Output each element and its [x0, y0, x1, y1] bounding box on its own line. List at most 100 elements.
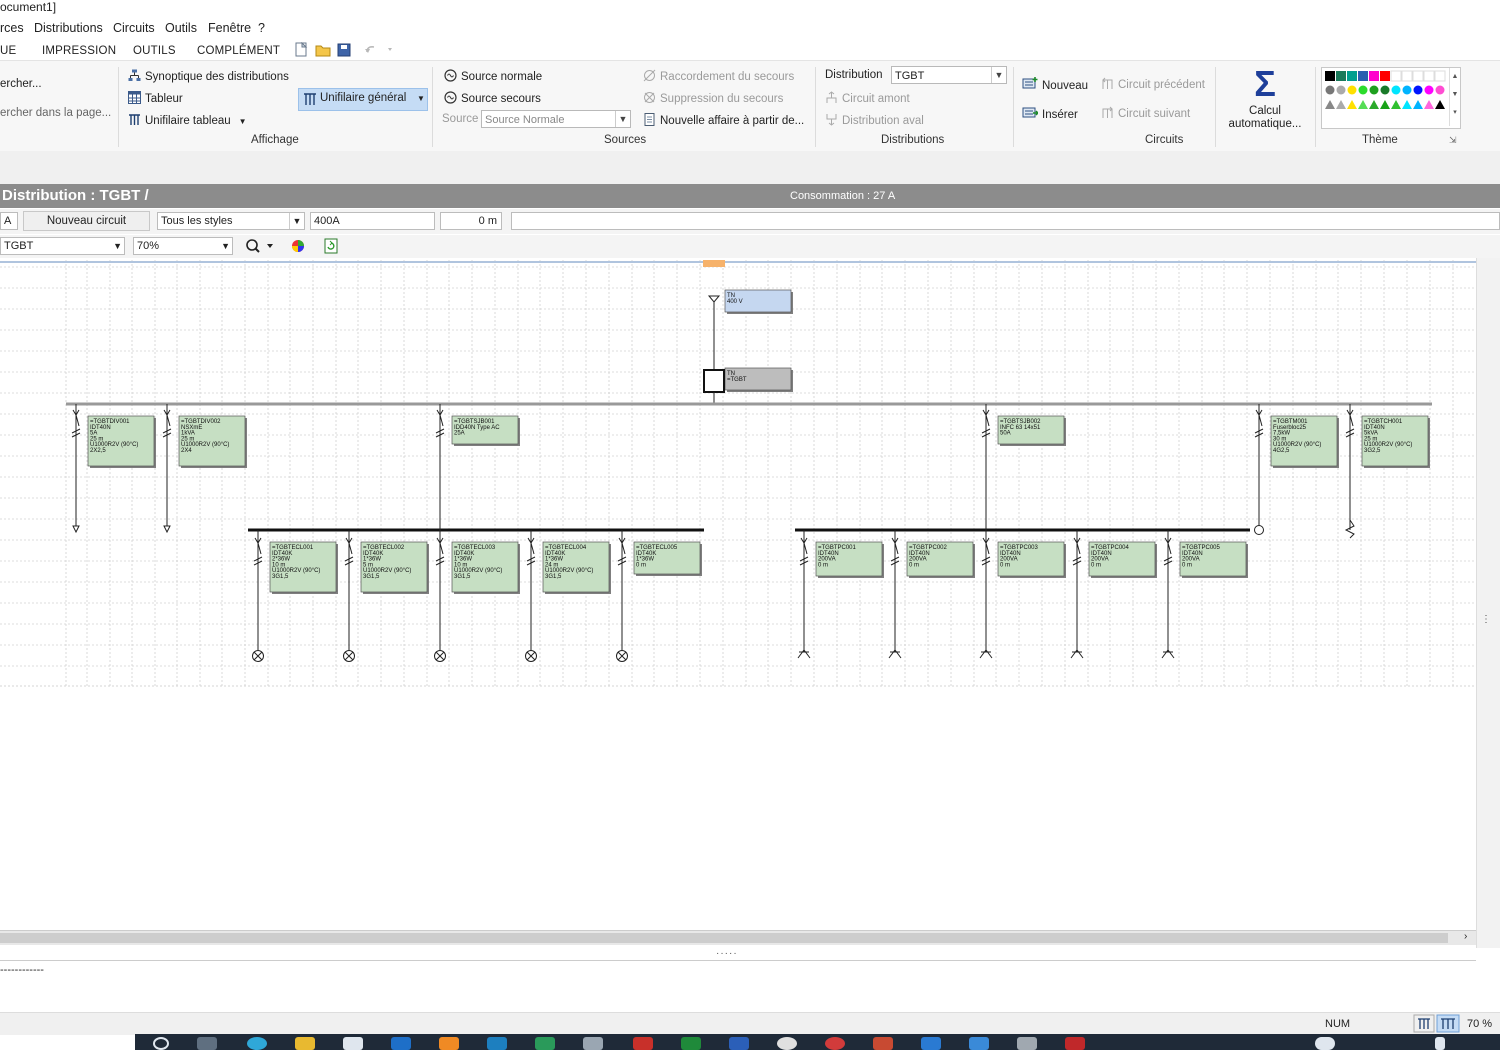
box-text-line: 0 m — [909, 562, 919, 568]
app-icon[interactable] — [825, 1037, 845, 1050]
task-view-icon[interactable] — [197, 1037, 217, 1050]
circuit-suivant-button[interactable]: Circuit suivant — [1101, 106, 1190, 120]
length-field[interactable]: 0 m — [440, 212, 502, 230]
suppression-secours-button[interactable]: Suppression du secours — [643, 91, 783, 105]
description-field[interactable] — [511, 212, 1500, 230]
menu-item-circuits[interactable]: Circuits — [113, 21, 155, 35]
circuit-box: =TGBTSJB001IDD40N Type AC25A — [451, 415, 520, 446]
panel-splitter-grip[interactable]: ····· — [716, 948, 738, 959]
ribbon-spacer — [0, 151, 1500, 184]
distribution-aval-button[interactable]: Distribution aval — [825, 113, 924, 127]
prefix-field[interactable]: A — [0, 212, 18, 230]
menu-item-distributions[interactable]: Distributions — [34, 21, 103, 35]
scrollbar-thumb[interactable] — [0, 933, 1448, 943]
search-icon[interactable] — [153, 1037, 169, 1050]
pdf-icon[interactable] — [633, 1037, 653, 1050]
zoom-icon[interactable] — [246, 239, 273, 253]
circuit-box: =TGBTPC003IDT40N200VA0 m — [997, 541, 1066, 578]
excel-icon[interactable] — [681, 1037, 701, 1050]
tab-impression[interactable]: IMPRESSION — [42, 45, 116, 57]
box-text-line: 3G1,5 — [545, 574, 562, 580]
bottom-panel: ------------ — [0, 960, 1476, 1011]
menu-item-help[interactable]: ? — [258, 21, 265, 35]
app-icon[interactable] — [777, 1037, 797, 1050]
app-icon[interactable] — [1017, 1037, 1037, 1050]
unifilaire-view-icon[interactable] — [1413, 1014, 1435, 1033]
circuit-box: =TGBTPC004IDT40N200VA0 m — [1088, 541, 1157, 578]
network-icon[interactable] — [1435, 1037, 1445, 1050]
unifilaire-tableau-button[interactable]: Unifilaire tableau ▼ — [128, 113, 247, 127]
app-icon[interactable] — [439, 1037, 459, 1050]
horizontal-scrollbar[interactable]: › — [0, 931, 1476, 945]
distribution-view-select[interactable]: TGBT ▼ — [0, 237, 125, 255]
app-icon[interactable] — [969, 1037, 989, 1050]
inserer-circuit-button[interactable]: Insérer — [1022, 106, 1078, 121]
source-secours-button[interactable]: Source secours — [444, 91, 541, 105]
chevron-right-icon[interactable]: › — [1464, 931, 1467, 942]
theme-gallery[interactable]: ▲ ▼ ▾ — [1321, 67, 1461, 129]
theme-gallery-scroll[interactable]: ▲ ▼ ▾ — [1449, 68, 1460, 126]
ribbon: ercher... ercher dans la page... Synopti… — [0, 60, 1500, 152]
circuit-precedent-button[interactable]: Circuit précédent — [1101, 77, 1205, 91]
current-field[interactable]: 400A — [310, 212, 435, 230]
menu-item-ressources[interactable]: rces — [0, 21, 24, 35]
status-bar: NUM 70 % — [0, 1012, 1500, 1035]
distribution-select[interactable]: TGBT ▼ — [891, 66, 1007, 84]
chevron-down-icon: ▼ — [615, 111, 630, 127]
mail-icon[interactable] — [391, 1037, 411, 1050]
synoptique-button[interactable]: Synoptique des distributions — [128, 69, 289, 83]
refresh-icon[interactable] — [324, 238, 338, 254]
open-folder-icon[interactable] — [315, 45, 331, 57]
menu-item-outils[interactable]: Outils — [165, 21, 197, 35]
synoptique-label: Synoptique des distributions — [145, 71, 289, 83]
tableur-button[interactable]: Tableur — [128, 91, 183, 105]
new-document-icon[interactable] — [295, 42, 308, 57]
circuit-box: =TGBTECL003IDT40K1*36W10 mU1000R2V (90°C… — [451, 541, 520, 594]
menu-item-fenetre[interactable]: Fenêtre — [208, 21, 251, 35]
styles-select[interactable]: Tous les styles ▼ — [157, 212, 305, 230]
save-icon[interactable] — [337, 43, 351, 57]
calcul-automatique-button[interactable]: Σ Calcul automatique... — [1222, 65, 1308, 133]
color-wheel-icon[interactable] — [292, 240, 304, 252]
active-app-icon[interactable] — [1065, 1037, 1085, 1050]
nouveau-label: Nouveau — [1042, 80, 1089, 92]
unifilaire-general-view-icon[interactable] — [1436, 1014, 1460, 1033]
see-app-icon[interactable] — [535, 1037, 555, 1050]
group-label-distributions: Distributions — [881, 134, 945, 146]
store-icon[interactable] — [343, 1037, 363, 1050]
dialog-launcher-icon[interactable]: ⇲ — [1449, 135, 1457, 146]
nouveau-circuit-button[interactable]: Nouveau — [1022, 77, 1088, 92]
raccordement-secours-button[interactable]: Raccordement du secours — [643, 69, 794, 83]
tab-complement[interactable]: COMPLÉMENT — [197, 45, 280, 57]
source-normale-button[interactable]: Source normale — [444, 69, 542, 83]
vertical-splitter[interactable]: ⋮ — [1476, 258, 1500, 948]
document-icon — [644, 113, 655, 126]
group-separator — [1315, 67, 1316, 147]
search-page-button[interactable]: ercher dans la page... — [0, 107, 111, 119]
zoom-select[interactable]: 70% ▼ — [133, 237, 233, 255]
unifilaire-tableau-label: Unifilaire tableau — [145, 115, 231, 127]
tab-partial[interactable]: UE — [0, 45, 16, 57]
file-explorer-icon[interactable] — [295, 1037, 315, 1050]
splitter-grip-icon[interactable]: ⋮ — [1481, 614, 1491, 625]
nouvelle-affaire-button[interactable]: Nouvelle affaire à partir de... — [643, 113, 804, 127]
unifilaire-general-button[interactable]: Unifilaire général ▼ — [298, 88, 428, 111]
app-icon[interactable] — [921, 1037, 941, 1050]
circuit-box: =TGBTCH001IDT40N5kVA25 mU1000R2V (90°C)3… — [1361, 415, 1430, 468]
word-icon[interactable] — [729, 1037, 749, 1050]
edge-icon[interactable] — [247, 1037, 267, 1050]
source-select[interactable]: Source Normale ▼ — [481, 110, 631, 128]
see-app-icon[interactable] — [487, 1037, 507, 1050]
app-icon[interactable] — [583, 1037, 603, 1050]
app-icon[interactable] — [873, 1037, 893, 1050]
box-text-line: 4G2,5 — [1273, 448, 1290, 454]
num-lock-indicator: NUM — [1325, 1018, 1351, 1030]
cloud-icon[interactable] — [1315, 1037, 1335, 1050]
circuit-amont-button[interactable]: Circuit amont — [825, 91, 910, 105]
search-button[interactable]: ercher... — [0, 78, 42, 90]
diagram-canvas[interactable]: TN 400 V TN =TGBT =TGBTDIV001 IDT40N 5A 25 m U10… — [0, 258, 1476, 931]
undo-icon[interactable] — [365, 46, 392, 53]
tab-outils[interactable]: OUTILS — [133, 45, 176, 57]
single-line-diagram[interactable]: TN400 V TN=TGBT =TGBTDIV001IDT40N5A25 mU10… — [0, 258, 1476, 930]
nouveau-circuit-button[interactable]: Nouveau circuit — [23, 211, 150, 231]
